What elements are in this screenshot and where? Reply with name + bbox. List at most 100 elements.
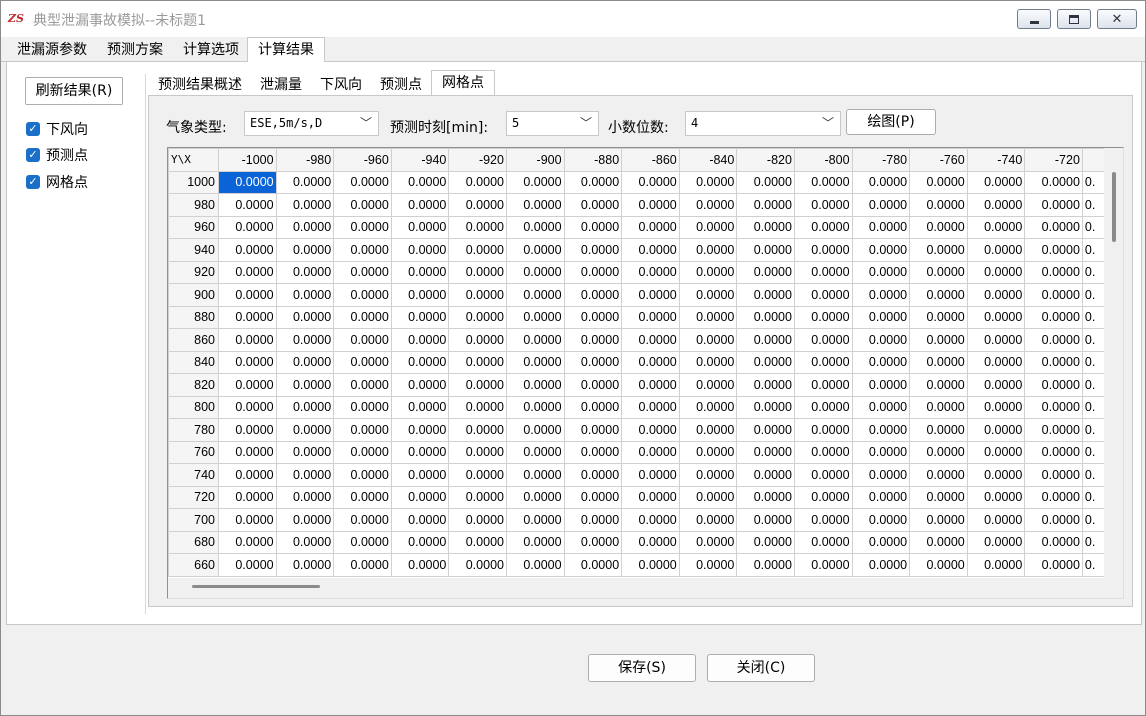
- grid-cell[interactable]: 0.0000: [966, 485, 1026, 509]
- grid-cell[interactable]: 0.0000: [736, 170, 795, 194]
- grid-cell[interactable]: 0.0000: [851, 215, 911, 239]
- grid-cell[interactable]: 0.0000: [563, 283, 623, 307]
- grid-cell[interactable]: 0.0000: [448, 350, 507, 374]
- grid-cell[interactable]: 0.0000: [333, 463, 392, 487]
- column-header[interactable]: -920: [448, 148, 507, 172]
- grid-cell[interactable]: 0.0000: [1024, 305, 1083, 329]
- grid-cell[interactable]: 0.0000: [909, 238, 968, 262]
- grid-cell[interactable]: 0.0000: [275, 193, 335, 217]
- grid-cell[interactable]: 0.0000: [333, 283, 392, 307]
- grid-cell[interactable]: 0.0000: [678, 440, 738, 464]
- vertical-scrollbar[interactable]: [1104, 148, 1123, 578]
- row-header[interactable]: 920: [168, 260, 219, 284]
- grid-cell[interactable]: 0.0000: [505, 485, 565, 509]
- grid-cell[interactable]: 0.0000: [505, 238, 565, 262]
- grid-cell[interactable]: 0.0000: [563, 440, 623, 464]
- column-header[interactable]: -1000: [218, 148, 277, 172]
- check-grid-points[interactable]: ✓ 网格点: [26, 172, 88, 192]
- column-header[interactable]: [1081, 148, 1104, 172]
- grid-cell[interactable]: 0.0000: [736, 440, 795, 464]
- column-header[interactable]: -940: [390, 148, 450, 172]
- grid-cell[interactable]: 0.0000: [275, 170, 335, 194]
- column-header[interactable]: -880: [563, 148, 623, 172]
- grid-cell[interactable]: 0.0000: [333, 440, 392, 464]
- grid-cell[interactable]: 0.0000: [966, 350, 1026, 374]
- grid-cell[interactable]: 0.0000: [793, 508, 853, 532]
- grid-cell[interactable]: 0.0000: [909, 508, 968, 532]
- grid-cell[interactable]: 0.0000: [390, 238, 450, 262]
- grid-cell[interactable]: 0.0000: [505, 463, 565, 487]
- grid-cell[interactable]: 0.0000: [563, 553, 623, 577]
- grid-cell[interactable]: 0.0000: [909, 305, 968, 329]
- check-downwind[interactable]: ✓ 下风向: [26, 119, 88, 139]
- grid-cell[interactable]: 0.0000: [390, 215, 450, 239]
- grid-cell[interactable]: 0.0000: [621, 485, 680, 509]
- grid-cell[interactable]: 0.0000: [793, 305, 853, 329]
- row-header[interactable]: 700: [168, 508, 219, 532]
- grid-cell[interactable]: 0.0000: [505, 418, 565, 442]
- grid-cell[interactable]: 0.0000: [793, 440, 853, 464]
- grid-cell[interactable]: 0.0000: [621, 215, 680, 239]
- prediction-time-select[interactable]: 5 ﹀: [506, 111, 599, 136]
- subtab-summary[interactable]: 预测结果概述: [151, 74, 249, 96]
- grid-cell[interactable]: 0.0000: [275, 305, 335, 329]
- grid-cell[interactable]: 0.0000: [333, 305, 392, 329]
- row-header[interactable]: 960: [168, 215, 219, 239]
- grid-cell[interactable]: 0.0000: [448, 373, 507, 397]
- row-header[interactable]: 820: [168, 373, 219, 397]
- grid-cell[interactable]: 0.0000: [678, 530, 738, 554]
- grid-cell[interactable]: 0.0000: [736, 530, 795, 554]
- maximize-button[interactable]: [1057, 9, 1091, 29]
- subtab-grid-points[interactable]: 网格点: [431, 70, 495, 97]
- grid-cell[interactable]: 0.0000: [218, 193, 277, 217]
- row-header[interactable]: 720: [168, 485, 219, 509]
- grid-cell[interactable]: 0.0000: [966, 373, 1026, 397]
- check-prediction-points[interactable]: ✓ 预测点: [26, 145, 88, 165]
- grid-cell[interactable]: 0.0000: [621, 260, 680, 284]
- grid-cell[interactable]: 0.0000: [621, 283, 680, 307]
- grid-cell[interactable]: 0.0000: [851, 193, 911, 217]
- grid-cell[interactable]: 0.0000: [851, 463, 911, 487]
- grid-cell[interactable]: 0.0000: [793, 260, 853, 284]
- grid-cell[interactable]: 0.0000: [851, 440, 911, 464]
- close-button[interactable]: 关闭(C): [707, 654, 815, 682]
- grid-cell[interactable]: 0.0000: [678, 283, 738, 307]
- grid-cell[interactable]: 0.0000: [390, 283, 450, 307]
- vertical-scroll-thumb[interactable]: [1112, 172, 1116, 242]
- grid-cell[interactable]: 0.0000: [333, 395, 392, 419]
- grid-cell[interactable]: 0.0000: [505, 193, 565, 217]
- grid-cell[interactable]: 0.0000: [909, 418, 968, 442]
- row-header[interactable]: 880: [168, 305, 219, 329]
- grid-cell[interactable]: 0.0000: [621, 328, 680, 352]
- grid-cell[interactable]: 0.0000: [333, 170, 392, 194]
- grid-cell[interactable]: 0.0000: [851, 238, 911, 262]
- grid-cell[interactable]: 0.0000: [1024, 463, 1083, 487]
- grid-cell[interactable]: 0.0000: [505, 260, 565, 284]
- grid-cell[interactable]: 0.0000: [390, 485, 450, 509]
- grid-cell[interactable]: 0.0000: [621, 170, 680, 194]
- grid-cell[interactable]: 0.0000: [736, 418, 795, 442]
- grid-cell[interactable]: 0.: [1081, 170, 1104, 194]
- row-header[interactable]: 860: [168, 328, 219, 352]
- grid-cell[interactable]: 0.0000: [448, 463, 507, 487]
- grid-cell[interactable]: 0.0000: [390, 463, 450, 487]
- grid-cell[interactable]: 0.0000: [793, 350, 853, 374]
- grid-cell[interactable]: 0.0000: [851, 373, 911, 397]
- grid-cell[interactable]: 0.0000: [909, 373, 968, 397]
- grid-cell[interactable]: 0.0000: [448, 485, 507, 509]
- subtab-leak-amount[interactable]: 泄漏量: [253, 74, 309, 96]
- subtab-downwind[interactable]: 下风向: [313, 74, 369, 96]
- grid-cell[interactable]: 0.0000: [218, 485, 277, 509]
- grid-cell[interactable]: 0.0000: [333, 215, 392, 239]
- grid-cell[interactable]: 0.0000: [793, 215, 853, 239]
- grid-cell[interactable]: 0.: [1081, 328, 1104, 352]
- grid-cell[interactable]: 0.0000: [678, 350, 738, 374]
- grid-cell[interactable]: 0.0000: [966, 193, 1026, 217]
- grid-cell[interactable]: 0.0000: [448, 260, 507, 284]
- grid-cell[interactable]: 0.0000: [275, 508, 335, 532]
- grid-cell[interactable]: 0.: [1081, 260, 1104, 284]
- grid-cell[interactable]: 0.0000: [218, 440, 277, 464]
- grid-cell[interactable]: 0.0000: [275, 418, 335, 442]
- grid-cell[interactable]: 0.0000: [448, 508, 507, 532]
- grid-cell[interactable]: 0.0000: [966, 508, 1026, 532]
